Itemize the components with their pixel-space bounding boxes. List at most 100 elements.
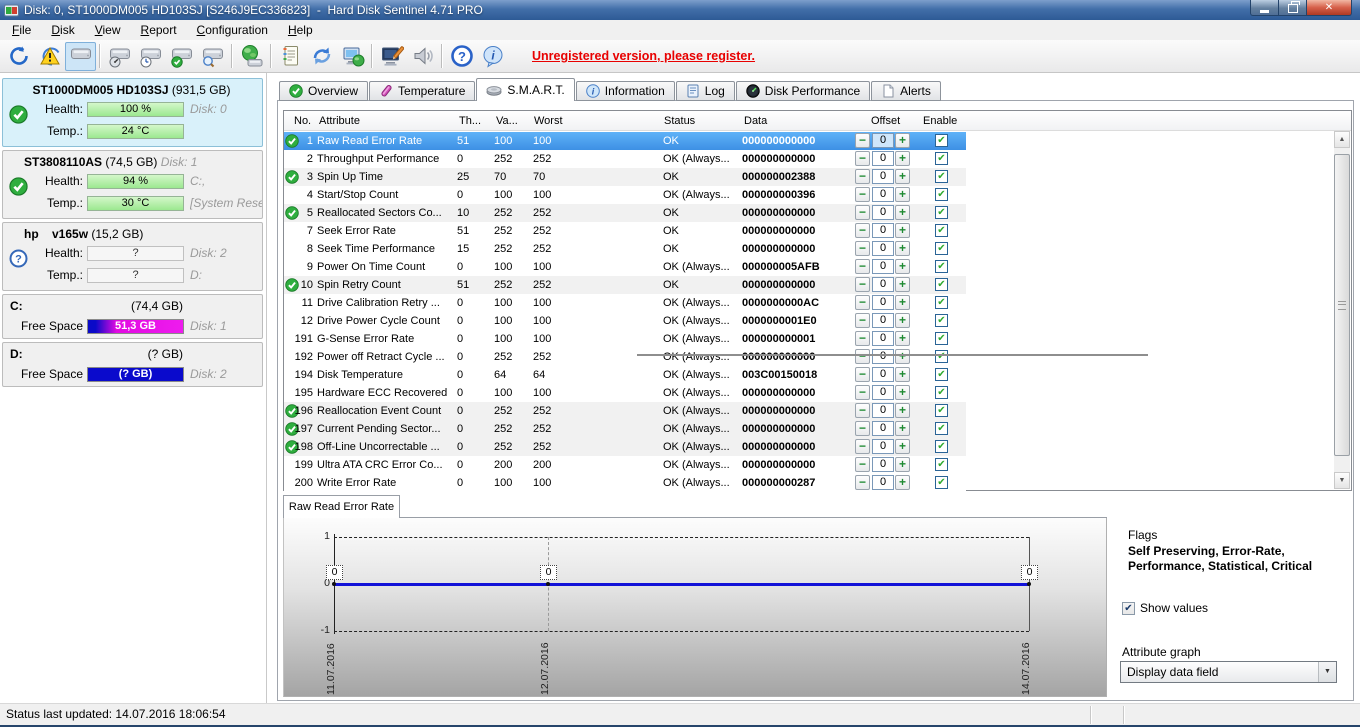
tab-alerts[interactable]: Alerts [871,81,941,101]
partition-panel-D[interactable]: D:(? GB)Free Space(? GB)Disk: 2 [2,342,263,387]
table-row[interactable]: 198Off-Line Uncorrectable ...0252252OK (… [284,438,966,456]
tab-s-m-a-r-t[interactable]: S.M.A.R.T. [476,78,574,101]
offset-value-field[interactable]: 0 [872,151,894,166]
disk-search-button[interactable] [197,42,228,71]
enable-checkbox[interactable]: ✔ [935,332,948,345]
minimize-button[interactable] [1250,0,1279,16]
enable-checkbox[interactable]: ✔ [935,152,948,165]
offset-value-field[interactable]: 0 [872,277,894,292]
graph-tab[interactable]: Raw Read Error Rate [283,495,400,518]
offset-value-field[interactable]: 0 [872,169,894,184]
enable-checkbox[interactable]: ✔ [935,440,948,453]
offset-decrease-button[interactable]: − [855,367,870,382]
table-row[interactable]: 12Drive Power Cycle Count0100100OK (Alwa… [284,312,966,330]
offset-increase-button[interactable]: + [895,205,910,220]
offset-value-field[interactable]: 0 [872,385,894,400]
column-header-enable[interactable]: Enable [923,113,965,129]
offset-value-field[interactable]: 0 [872,349,894,364]
table-row[interactable]: 192Power off Retract Cycle ...0252252OK … [284,348,966,366]
enable-checkbox[interactable]: ✔ [935,386,948,399]
column-header-attribute[interactable]: Attribute [319,113,449,129]
table-row[interactable]: 200Write Error Rate0100100OK (Always...0… [284,474,966,492]
sync-button[interactable] [306,42,337,71]
disk-clock-button[interactable] [135,42,166,71]
offset-value-field[interactable]: 0 [872,421,894,436]
enable-checkbox[interactable]: ✔ [935,206,948,219]
offset-increase-button[interactable]: + [895,241,910,256]
offset-increase-button[interactable]: + [895,133,910,148]
enable-checkbox[interactable]: ✔ [935,188,948,201]
offset-decrease-button[interactable]: − [855,421,870,436]
offset-decrease-button[interactable]: − [855,403,870,418]
table-row[interactable]: 7Seek Error Rate51252252OK000000000000−0… [284,222,966,240]
offset-increase-button[interactable]: + [895,169,910,184]
help-button[interactable]: ? [446,42,477,71]
offset-value-field[interactable]: 0 [872,313,894,328]
offset-value-field[interactable]: 0 [872,475,894,490]
enable-checkbox[interactable]: ✔ [935,476,948,489]
disk-gauge-button[interactable] [104,42,135,71]
enable-checkbox[interactable]: ✔ [935,224,948,237]
offset-increase-button[interactable]: + [895,187,910,202]
table-row[interactable]: 195Hardware ECC Recovered0100100OK (Alwa… [284,384,966,402]
offset-decrease-button[interactable]: − [855,313,870,328]
table-row[interactable]: 3Spin Up Time257070OK000000002388−0+✔ [284,168,966,186]
disk-test-button[interactable] [166,42,197,71]
tab-disk-performance[interactable]: Disk Performance [736,81,870,101]
offset-decrease-button[interactable]: − [855,349,870,364]
enable-checkbox[interactable]: ✔ [935,260,948,273]
menu-file[interactable]: File [2,21,41,39]
table-row[interactable]: 196Reallocation Event Count0252252OK (Al… [284,402,966,420]
offset-value-field[interactable]: 0 [872,331,894,346]
offset-increase-button[interactable]: + [895,403,910,418]
offset-value-field[interactable]: 0 [872,403,894,418]
scroll-up-button[interactable]: ▲ [1334,131,1350,148]
show-values-checkbox[interactable]: ✔ [1122,602,1135,615]
table-row[interactable]: 2Throughput Performance0252252OK (Always… [284,150,966,168]
offset-decrease-button[interactable]: − [855,439,870,454]
menu-report[interactable]: Report [131,21,187,39]
table-row[interactable]: 191G-Sense Error Rate0100100OK (Always..… [284,330,966,348]
scroll-down-button[interactable]: ▼ [1334,472,1350,489]
table-row[interactable]: 11Drive Calibration Retry ...0100100OK (… [284,294,966,312]
offset-increase-button[interactable]: + [895,331,910,346]
menu-configuration[interactable]: Configuration [187,21,278,39]
remote-computer-button[interactable] [337,42,368,71]
offset-decrease-button[interactable]: − [855,133,870,148]
offset-value-field[interactable]: 0 [872,223,894,238]
scroll-thumb[interactable] [1334,154,1350,456]
offset-value-field[interactable]: 0 [872,241,894,256]
disk-panel-0[interactable]: ST1000DM005 HD103SJ (931,5 GB)Health:100… [2,78,263,147]
column-header-status[interactable]: Status [664,113,739,129]
offset-decrease-button[interactable]: − [855,277,870,292]
offset-value-field[interactable]: 0 [872,205,894,220]
disk-overview-button[interactable] [65,42,96,71]
offset-decrease-button[interactable]: − [855,205,870,220]
offset-increase-button[interactable]: + [895,151,910,166]
offset-increase-button[interactable]: + [895,457,910,472]
table-row[interactable]: 194Disk Temperature06464OK (Always...003… [284,366,966,384]
table-scrollbar[interactable]: ▲▼ [1334,131,1350,489]
offset-value-field[interactable]: 0 [872,295,894,310]
table-row[interactable]: 9Power On Time Count0100100OK (Always...… [284,258,966,276]
close-button[interactable]: ✕ [1307,0,1352,16]
report-button[interactable] [275,42,306,71]
enable-checkbox[interactable]: ✔ [935,458,948,471]
offset-decrease-button[interactable]: − [855,169,870,184]
table-row[interactable]: 5Reallocated Sectors Co...10252252OK0000… [284,204,966,222]
enable-checkbox[interactable]: ✔ [935,368,948,381]
info-button[interactable]: i [477,42,508,71]
enable-checkbox[interactable]: ✔ [935,404,948,417]
column-header-va[interactable]: Va... [496,113,529,129]
attribute-graph-dropdown[interactable]: Display data field ▼ [1120,661,1337,683]
offset-increase-button[interactable]: + [895,349,910,364]
offset-value-field[interactable]: 0 [872,439,894,454]
tab-temperature[interactable]: Temperature [369,81,475,101]
offset-increase-button[interactable]: + [895,475,910,490]
offset-decrease-button[interactable]: − [855,457,870,472]
offset-increase-button[interactable]: + [895,295,910,310]
offset-decrease-button[interactable]: − [855,385,870,400]
column-header-no[interactable]: No. [294,113,316,129]
column-header-offset[interactable]: Offset [871,113,917,129]
offset-decrease-button[interactable]: − [855,223,870,238]
